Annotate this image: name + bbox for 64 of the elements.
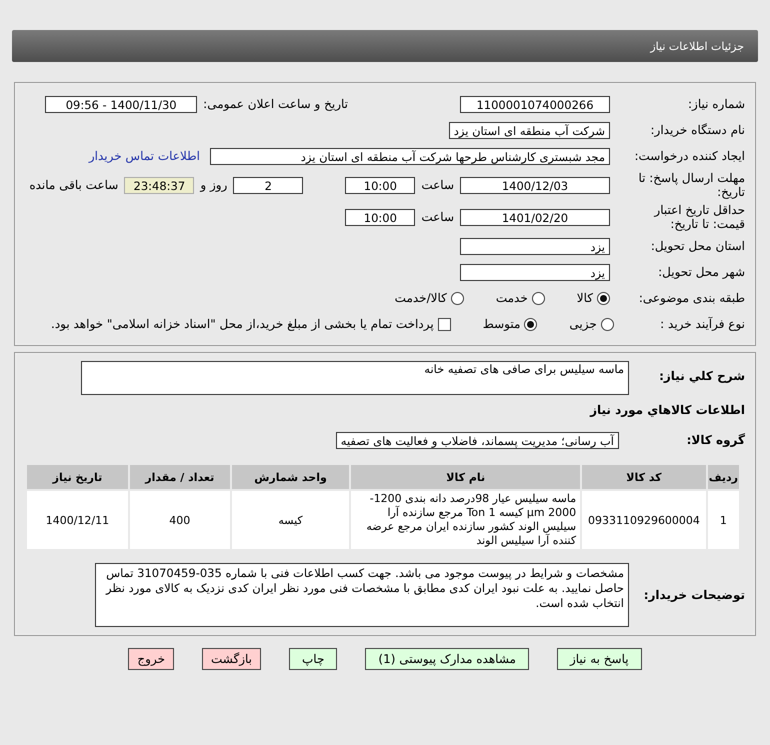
text-field[interactable]: یزد — [460, 264, 610, 280]
text-field[interactable]: 1400/11/30 - 09:56 — [45, 96, 198, 112]
action-button[interactable]: مشاهده مدارک پیوستی (1) — [365, 648, 529, 670]
radio-button[interactable] — [450, 292, 464, 304]
action-button[interactable]: خروج — [128, 648, 174, 670]
radio-label: خدمت — [496, 291, 528, 305]
table-cell: ماسه سیلیس عیار 98درصد دانه بندی 1200-2000 μm کیسه 1 Ton مرجع سازنده آرا سیلیس الوند کشور سازنده ایران مرجع عرضه کننده آرا سیلیس الوند — [351, 491, 580, 549]
page-header: جزئیات اطلاعات نیاز — [12, 30, 758, 62]
text-field[interactable]: 1100001074000266 — [460, 96, 610, 112]
field-label: توضیحات خریدار: — [642, 588, 745, 602]
notes-field[interactable]: مشخصات و شرایط در پیوست موجود می باشد. جهت کسب اطلاعات فنی با شماره 035-31070459 تماس حاصل نمایید. به علت نبود ایران کدی مطابق با مشخصات فنی مورد نظر ایران کدی نزدیک به کالای مورد نظر انتخاب شده است. — [95, 563, 629, 627]
field-label: ساعت باقی مانده — [29, 178, 118, 192]
text-field[interactable]: 2 — [233, 176, 304, 194]
column-header: تاریخ نیاز — [27, 465, 128, 489]
checkbox[interactable] — [438, 318, 451, 330]
field-label: شهر محل تحویل: — [657, 265, 745, 279]
field-label: حداقل تاریخ اعتبار قیمت: تا تاریخ: — [652, 203, 745, 231]
field-label: ساعت — [421, 210, 454, 224]
field-label: طبقه بندی موضوعی: — [638, 291, 745, 305]
text-field[interactable]: شرکت آب منطقه ای استان یزد — [448, 122, 610, 138]
table-cell: 1 — [708, 491, 739, 549]
text-field[interactable]: مجد شبستری کارشناس طرحها شرکت آب منطقه ای استان یزد — [210, 148, 610, 164]
field-label: گروه کالا: — [686, 433, 745, 447]
field-label: شرح کلي نياز: — [658, 369, 745, 383]
radio-button[interactable] — [600, 318, 614, 330]
text-field[interactable]: 10:00 — [345, 176, 416, 194]
column-header: ردیف — [708, 465, 739, 489]
field-label: استان محل تحویل: — [650, 239, 745, 253]
table-cell: 1400/12/11 — [27, 491, 128, 549]
action-button[interactable]: بازگشت — [202, 648, 261, 670]
radio-button[interactable] — [532, 292, 545, 304]
field-label: روز و — [200, 178, 228, 192]
field-label: شماره نیاز: — [687, 97, 745, 111]
field-label: ساعت — [421, 178, 454, 192]
column-header: تعداد / مقدار — [130, 465, 230, 489]
radio-label: کالا/خدمت — [394, 291, 447, 305]
table-cell: 400 — [130, 491, 230, 549]
field-label: ایجاد کننده درخواست: — [633, 149, 745, 163]
radio-label: جزیی — [569, 317, 597, 331]
table-cell: کیسه — [232, 491, 350, 549]
text-field[interactable]: آب رسانی؛ مدیریت پسماند، فاضلاب و فعالیت های تصفیه — [336, 432, 619, 448]
field-label: مهلت ارسال پاسخ: تا تاریخ: — [637, 171, 745, 199]
column-header: واحد شمارش — [232, 465, 350, 489]
radio-button[interactable] — [524, 318, 538, 330]
radio-label: کالا — [576, 291, 593, 305]
field-label: نوع فرآیند خرید : — [659, 317, 745, 331]
text-field[interactable]: 10:00 — [345, 208, 416, 226]
section-title: اطلاعات کالاهاي مورد نياز — [588, 403, 745, 417]
text-field[interactable]: یزد — [460, 238, 610, 254]
column-header: نام کالا — [351, 465, 580, 489]
action-button[interactable]: چاپ — [289, 648, 338, 670]
checkbox-label: پرداخت تمام یا بخشی از مبلغ خرید،از محل "اسناد خزانه اسلامی" خواهد بود. — [51, 317, 434, 331]
action-button[interactable]: پاسخ به نیاز — [556, 648, 642, 670]
table-cell: 0933110929600004 — [582, 491, 706, 549]
text-field[interactable]: 1401/02/20 — [460, 208, 610, 226]
text-field[interactable]: 1400/12/03 — [460, 176, 610, 194]
field-label: تاریخ و ساعت اعلان عمومی: — [203, 97, 348, 111]
countdown-field: 23:48:37 — [124, 176, 194, 194]
radio-button[interactable] — [597, 292, 610, 304]
column-header: کد کالا — [582, 465, 706, 489]
buyer-contact-link[interactable]: اطلاعات تماس خریدار — [88, 149, 200, 163]
text-field[interactable]: ماسه سیلیس برای صافی های تصفیه خانه — [81, 361, 629, 395]
radio-label: متوسط — [482, 317, 520, 331]
field-label: نام دستگاه خریدار: — [650, 123, 745, 137]
